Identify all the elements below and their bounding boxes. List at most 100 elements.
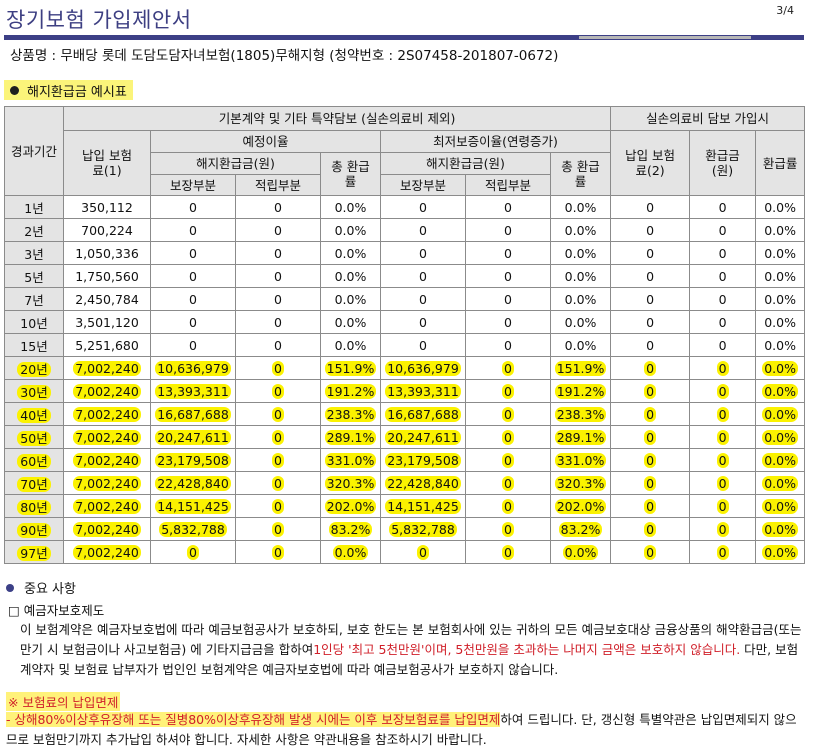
table-cell: 13,393,311: [150, 379, 236, 403]
table-cell: 23,179,508: [380, 448, 466, 472]
header-save-a: 적립부분: [235, 174, 321, 196]
table-cell: 0.0%: [320, 540, 381, 564]
table-cell: 0: [689, 356, 757, 380]
table-cell: 0: [689, 241, 757, 265]
table-cell: 0: [610, 494, 691, 518]
row-period: 15년: [4, 333, 64, 357]
table-cell: 350,112: [63, 195, 151, 219]
table-cell: 289.1%: [549, 425, 612, 449]
table-cell: 191.2%: [549, 379, 612, 403]
table-cell: 0: [235, 333, 321, 357]
row-period: 80년: [4, 494, 64, 518]
table-cell: 0: [150, 218, 236, 242]
header-surrender-b: 해지환급금(원): [380, 152, 551, 175]
important-heading: 중요 사항: [6, 578, 76, 597]
table-row: 80년 7,002,240 14,151,425 0 202.0% 14,151,425 0…: [4, 494, 806, 518]
table-cell: 0: [465, 310, 551, 334]
table-row: 15년 5,251,680 0 0 0.0% 0 0 0.0% 0 0 0.0%: [4, 333, 806, 357]
row-period: 1년: [4, 195, 64, 219]
table-cell: 0.0%: [755, 264, 806, 288]
table-cell: 0: [610, 540, 691, 564]
row-period: 30년: [4, 379, 64, 403]
table-cell: 0.0%: [755, 356, 806, 380]
table-cell: 3,501,120: [63, 310, 151, 334]
table-cell: 289.1%: [320, 425, 381, 449]
table-cell: 202.0%: [549, 494, 612, 518]
table-cell: 0: [465, 517, 551, 541]
table-cell: 0: [689, 264, 757, 288]
section-heading: 해지환급금 예시표: [4, 80, 133, 100]
table-row: 7년 2,450,784 0 0 0.0% 0 0 0.0% 0 0 0.0%: [4, 287, 806, 311]
table-cell: 0: [465, 425, 551, 449]
table-row: 5년 1,750,560 0 0 0.0% 0 0 0.0% 0 0 0.0%: [4, 264, 806, 288]
header-medical: 실손의료비 담보 가입시: [610, 106, 806, 131]
table-cell: 0: [689, 195, 757, 219]
table-cell: 83.2%: [320, 517, 381, 541]
table-cell: 0: [235, 241, 321, 265]
table-cell: 7,002,240: [63, 540, 151, 564]
table-cell: 0.0%: [755, 448, 806, 472]
table-cell: 320.3%: [320, 471, 381, 495]
important-title: 중요 사항: [24, 582, 76, 597]
table-cell: 151.9%: [549, 356, 612, 380]
deposit-protection-title: □ 예금자보호제도: [8, 603, 105, 618]
row-period: 3년: [4, 241, 64, 265]
header-protect-b: 보장부분: [380, 174, 466, 196]
table-cell: 0.0%: [549, 287, 612, 311]
surrender-table: 경과기간 기본계약 및 기타 특약담보 (실손의료비 제외) 실손의료비 담보 …: [4, 106, 806, 564]
table-cell: 0: [235, 287, 321, 311]
section-title: 해지환급금 예시표: [27, 84, 127, 100]
table-cell: 0: [689, 425, 757, 449]
table-cell: 151.9%: [320, 356, 381, 380]
table-cell: 0: [689, 448, 757, 472]
table-cell: 16,687,688: [380, 402, 466, 426]
table-cell: 13,393,311: [380, 379, 466, 403]
header-save-b: 적립부분: [465, 174, 551, 196]
table-row: 10년 3,501,120 0 0 0.0% 0 0 0.0% 0 0 0.0%: [4, 310, 806, 334]
table-cell: 0: [610, 356, 691, 380]
table-cell: 0: [689, 471, 757, 495]
table-cell: 0: [150, 287, 236, 311]
table-cell: 0: [465, 218, 551, 242]
header-premium2: 납입 보험료(2): [610, 130, 691, 196]
table-cell: 0.0%: [755, 218, 806, 242]
table-cell: 0: [235, 448, 321, 472]
table-row: 70년 7,002,240 22,428,840 0 320.3% 22,428,840 0…: [4, 471, 806, 495]
table-cell: 0: [610, 264, 691, 288]
table-cell: 0.0%: [320, 218, 381, 242]
row-period: 40년: [4, 402, 64, 426]
table-cell: 0.0%: [320, 287, 381, 311]
table-cell: 0.0%: [320, 264, 381, 288]
table-cell: 1,750,560: [63, 264, 151, 288]
table-cell: 0.0%: [755, 287, 806, 311]
table-cell: 0: [465, 356, 551, 380]
table-cell: 5,832,788: [380, 517, 466, 541]
table-cell: 0.0%: [549, 195, 612, 219]
header-total-a: 총 환급률: [320, 152, 381, 196]
table-cell: 331.0%: [549, 448, 612, 472]
table-row: 3년 1,050,336 0 0 0.0% 0 0 0.0% 0 0 0.0%: [4, 241, 806, 265]
table-cell: 0: [235, 195, 321, 219]
table-row: 50년 7,002,240 20,247,611 0 289.1% 20,247,611 0…: [4, 425, 806, 449]
table-cell: 0: [235, 494, 321, 518]
table-cell: 0: [150, 241, 236, 265]
table-row: 1년 350,112 0 0 0.0% 0 0 0.0% 0 0 0.0%: [4, 195, 806, 219]
table-cell: 0: [150, 195, 236, 219]
table-cell: 191.2%: [320, 379, 381, 403]
table-cell: 0: [235, 402, 321, 426]
table-cell: 0: [465, 494, 551, 518]
table-cell: 0: [235, 218, 321, 242]
table-cell: 0.0%: [549, 333, 612, 357]
table-cell: 0.0%: [755, 333, 806, 357]
waiver-condition: - 상해80%이상후유장해 또는 질병80%이상후유장해 발생 시에는 이후 보…: [6, 712, 501, 727]
table-cell: 0.0%: [320, 241, 381, 265]
table-cell: 0: [150, 333, 236, 357]
table-cell: 0: [150, 540, 236, 564]
premium-waiver-text: - 상해80%이상후유장해 또는 질병80%이상후유장해 발생 시에는 이후 보…: [6, 712, 797, 747]
table-cell: 0: [610, 287, 691, 311]
row-period: 97년: [4, 540, 64, 564]
table-cell: 7,002,240: [63, 448, 151, 472]
table-cell: 0: [235, 379, 321, 403]
row-period: 60년: [4, 448, 64, 472]
table-cell: 0: [235, 540, 321, 564]
